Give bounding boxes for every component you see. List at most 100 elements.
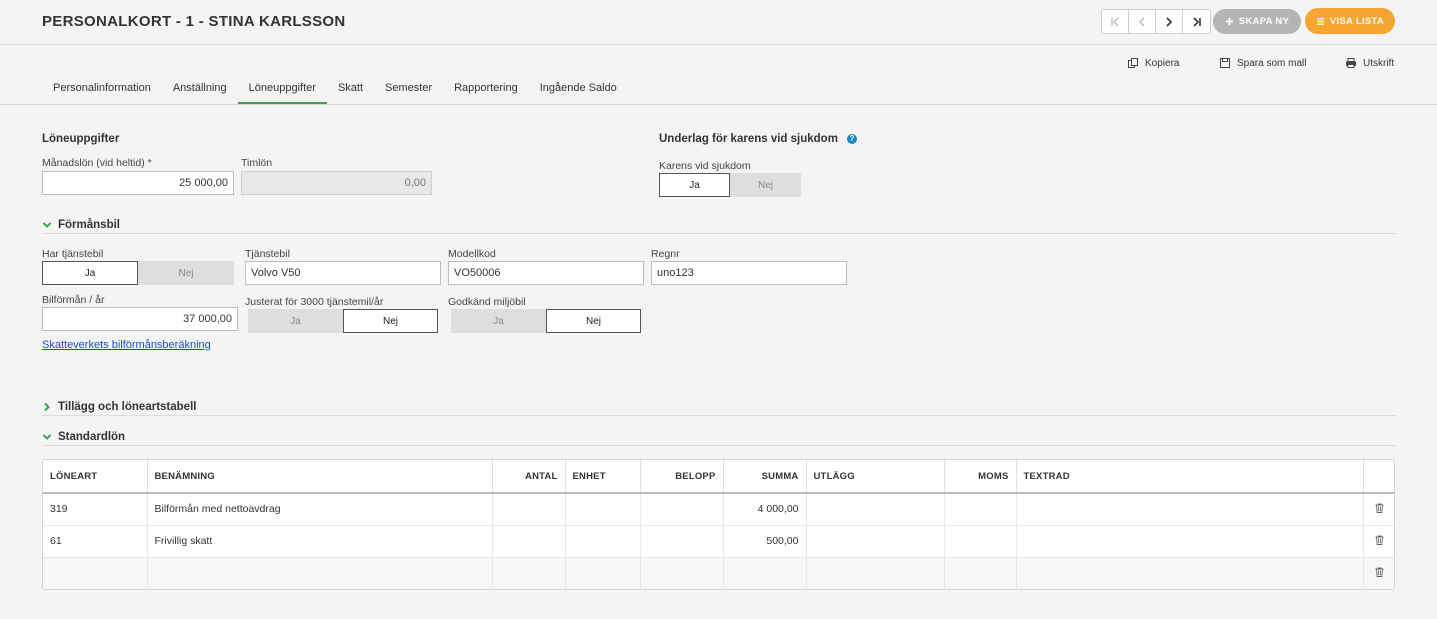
standard-salary-section-toggle[interactable]: Standardlön bbox=[42, 431, 125, 443]
company-car-divider bbox=[42, 233, 1396, 234]
eco-car-no-option[interactable]: Nej bbox=[546, 309, 641, 333]
cell-amount[interactable] bbox=[640, 493, 724, 526]
previous-record-button[interactable] bbox=[1129, 10, 1156, 33]
tab-personalinformation[interactable]: Personalinformation bbox=[42, 76, 162, 104]
column-header-summa[interactable]: SUMMA bbox=[723, 460, 807, 494]
cell-code[interactable] bbox=[43, 557, 148, 589]
tab-rapportering[interactable]: Rapportering bbox=[443, 76, 529, 104]
has-car-yes-option[interactable]: Ja bbox=[42, 261, 138, 285]
first-icon bbox=[1111, 17, 1119, 26]
has-car-label: Har tjänstebil bbox=[42, 248, 104, 260]
show-list-label: VISA LISTA bbox=[1329, 15, 1385, 27]
standard-salary-divider bbox=[42, 445, 1396, 446]
printer-icon bbox=[1346, 58, 1356, 68]
cell-unit[interactable] bbox=[565, 557, 641, 589]
first-record-button[interactable] bbox=[1102, 10, 1129, 33]
cell-text[interactable] bbox=[1016, 525, 1364, 558]
column-header-belopp[interactable]: BELOPP bbox=[640, 460, 724, 494]
delete-row-button[interactable] bbox=[1363, 493, 1394, 526]
cell-unit[interactable] bbox=[565, 525, 641, 558]
karens-toggle: Ja Nej bbox=[659, 173, 801, 197]
column-header-benamning[interactable]: BENÄMNING bbox=[147, 460, 493, 494]
show-list-button[interactable]: VISA LISTA bbox=[1305, 8, 1395, 34]
car-input[interactable]: Volvo V50 bbox=[245, 261, 441, 285]
karens-no-option[interactable]: Nej bbox=[730, 173, 801, 197]
trash-icon bbox=[1375, 567, 1384, 577]
monthly-salary-input[interactable]: 25 000,00 bbox=[42, 171, 234, 195]
cell-vat[interactable] bbox=[944, 493, 1017, 526]
tab-skatt[interactable]: Skatt bbox=[327, 76, 374, 104]
tab-anstallning[interactable]: Anställning bbox=[162, 76, 238, 104]
column-header-loneart[interactable]: LÖNEART bbox=[43, 460, 148, 494]
table-row-new bbox=[43, 557, 1394, 589]
print-action[interactable]: Utskrift bbox=[1345, 57, 1394, 69]
create-new-label: SKAPA NY bbox=[1238, 16, 1290, 27]
cell-amount[interactable] bbox=[640, 525, 724, 558]
company-car-heading: Förmånsbil bbox=[58, 219, 120, 231]
reg-number-input[interactable]: uno123 bbox=[651, 261, 847, 285]
cell-sum[interactable] bbox=[723, 557, 807, 589]
help-icon[interactable]: ? bbox=[847, 134, 857, 144]
cell-code[interactable]: 319 bbox=[43, 493, 148, 526]
car-label: Tjänstebil bbox=[245, 248, 290, 260]
adjusted-mileage-no-option[interactable]: Nej bbox=[343, 309, 438, 333]
has-car-toggle: Ja Nej bbox=[42, 261, 234, 285]
cell-outlay[interactable] bbox=[806, 525, 945, 558]
cell-vat[interactable] bbox=[944, 525, 1017, 558]
column-header-utlagg[interactable]: UTLÄGG bbox=[806, 460, 945, 494]
delete-row-button[interactable] bbox=[1363, 557, 1394, 589]
adjusted-mileage-yes-option[interactable]: Ja bbox=[248, 309, 343, 333]
trash-icon bbox=[1375, 535, 1384, 545]
plus-icon bbox=[1225, 17, 1233, 26]
tab-semester[interactable]: Semester bbox=[374, 76, 443, 104]
supplements-section-toggle[interactable]: Tillägg och löneartstabell bbox=[42, 401, 196, 413]
column-header-antal[interactable]: ANTAL bbox=[492, 460, 566, 494]
last-record-button[interactable] bbox=[1183, 10, 1210, 33]
table-row: 61 Frivillig skatt 500,00 bbox=[43, 525, 1394, 558]
cell-vat[interactable] bbox=[944, 557, 1017, 589]
cell-text[interactable] bbox=[1016, 493, 1364, 526]
column-header-textrad[interactable]: TEXTRAD bbox=[1016, 460, 1364, 494]
karens-yes-option[interactable]: Ja bbox=[659, 173, 730, 197]
karens-label: Karens vid sjukdom bbox=[659, 160, 751, 172]
tab-ingaende-saldo[interactable]: Ingående Saldo bbox=[529, 76, 628, 104]
cell-sum[interactable]: 500,00 bbox=[723, 525, 807, 558]
cell-name[interactable] bbox=[147, 557, 493, 589]
cell-sum[interactable]: 4 000,00 bbox=[723, 493, 807, 526]
tab-loneuppgifter[interactable]: Löneuppgifter bbox=[237, 76, 327, 104]
eco-car-yes-option[interactable]: Ja bbox=[451, 309, 546, 333]
model-code-input[interactable]: VO50006 bbox=[448, 261, 644, 285]
model-code-label: Modellkod bbox=[448, 248, 496, 260]
car-benefit-input[interactable]: 37 000,00 bbox=[42, 307, 238, 331]
copy-action[interactable]: Kopiera bbox=[1127, 57, 1179, 69]
chevron-left-icon bbox=[1139, 17, 1145, 26]
cell-qty[interactable] bbox=[492, 525, 566, 558]
create-new-button[interactable]: SKAPA NY bbox=[1213, 9, 1301, 34]
cell-name[interactable]: Bilförmån med nettoavdrag bbox=[147, 493, 493, 526]
has-car-no-option[interactable]: Nej bbox=[138, 261, 234, 285]
hourly-wage-input: 0,00 bbox=[241, 171, 432, 195]
save-template-action[interactable]: Spara som mall bbox=[1219, 57, 1306, 69]
eco-car-label: Godkänd miljöbil bbox=[448, 296, 526, 308]
car-benefit-calculation-link[interactable]: Skatteverkets bilförmånsberäkning bbox=[42, 339, 211, 351]
cell-name[interactable]: Frivillig skatt bbox=[147, 525, 493, 558]
cell-amount[interactable] bbox=[640, 557, 724, 589]
hourly-wage-label: Timlön bbox=[241, 157, 273, 169]
next-record-button[interactable] bbox=[1156, 10, 1183, 33]
column-header-enhet[interactable]: ENHET bbox=[565, 460, 641, 494]
cell-code[interactable]: 61 bbox=[43, 525, 148, 558]
cell-qty[interactable] bbox=[492, 493, 566, 526]
cell-outlay[interactable] bbox=[806, 493, 945, 526]
copy-icon bbox=[1128, 58, 1138, 68]
cell-text[interactable] bbox=[1016, 557, 1364, 589]
delete-row-button[interactable] bbox=[1363, 525, 1394, 558]
print-label: Utskrift bbox=[1363, 57, 1395, 69]
supplements-heading: Tillägg och löneartstabell bbox=[58, 401, 197, 413]
trash-icon bbox=[1375, 503, 1384, 513]
cell-unit[interactable] bbox=[565, 493, 641, 526]
cell-qty[interactable] bbox=[492, 557, 566, 589]
top-bar: PERSONALKORT - 1 - STINA KARLSSON SKAPA … bbox=[0, 0, 1437, 45]
company-car-section-toggle[interactable]: Förmånsbil bbox=[42, 219, 120, 231]
cell-outlay[interactable] bbox=[806, 557, 945, 589]
column-header-moms[interactable]: MOMS bbox=[944, 460, 1017, 494]
